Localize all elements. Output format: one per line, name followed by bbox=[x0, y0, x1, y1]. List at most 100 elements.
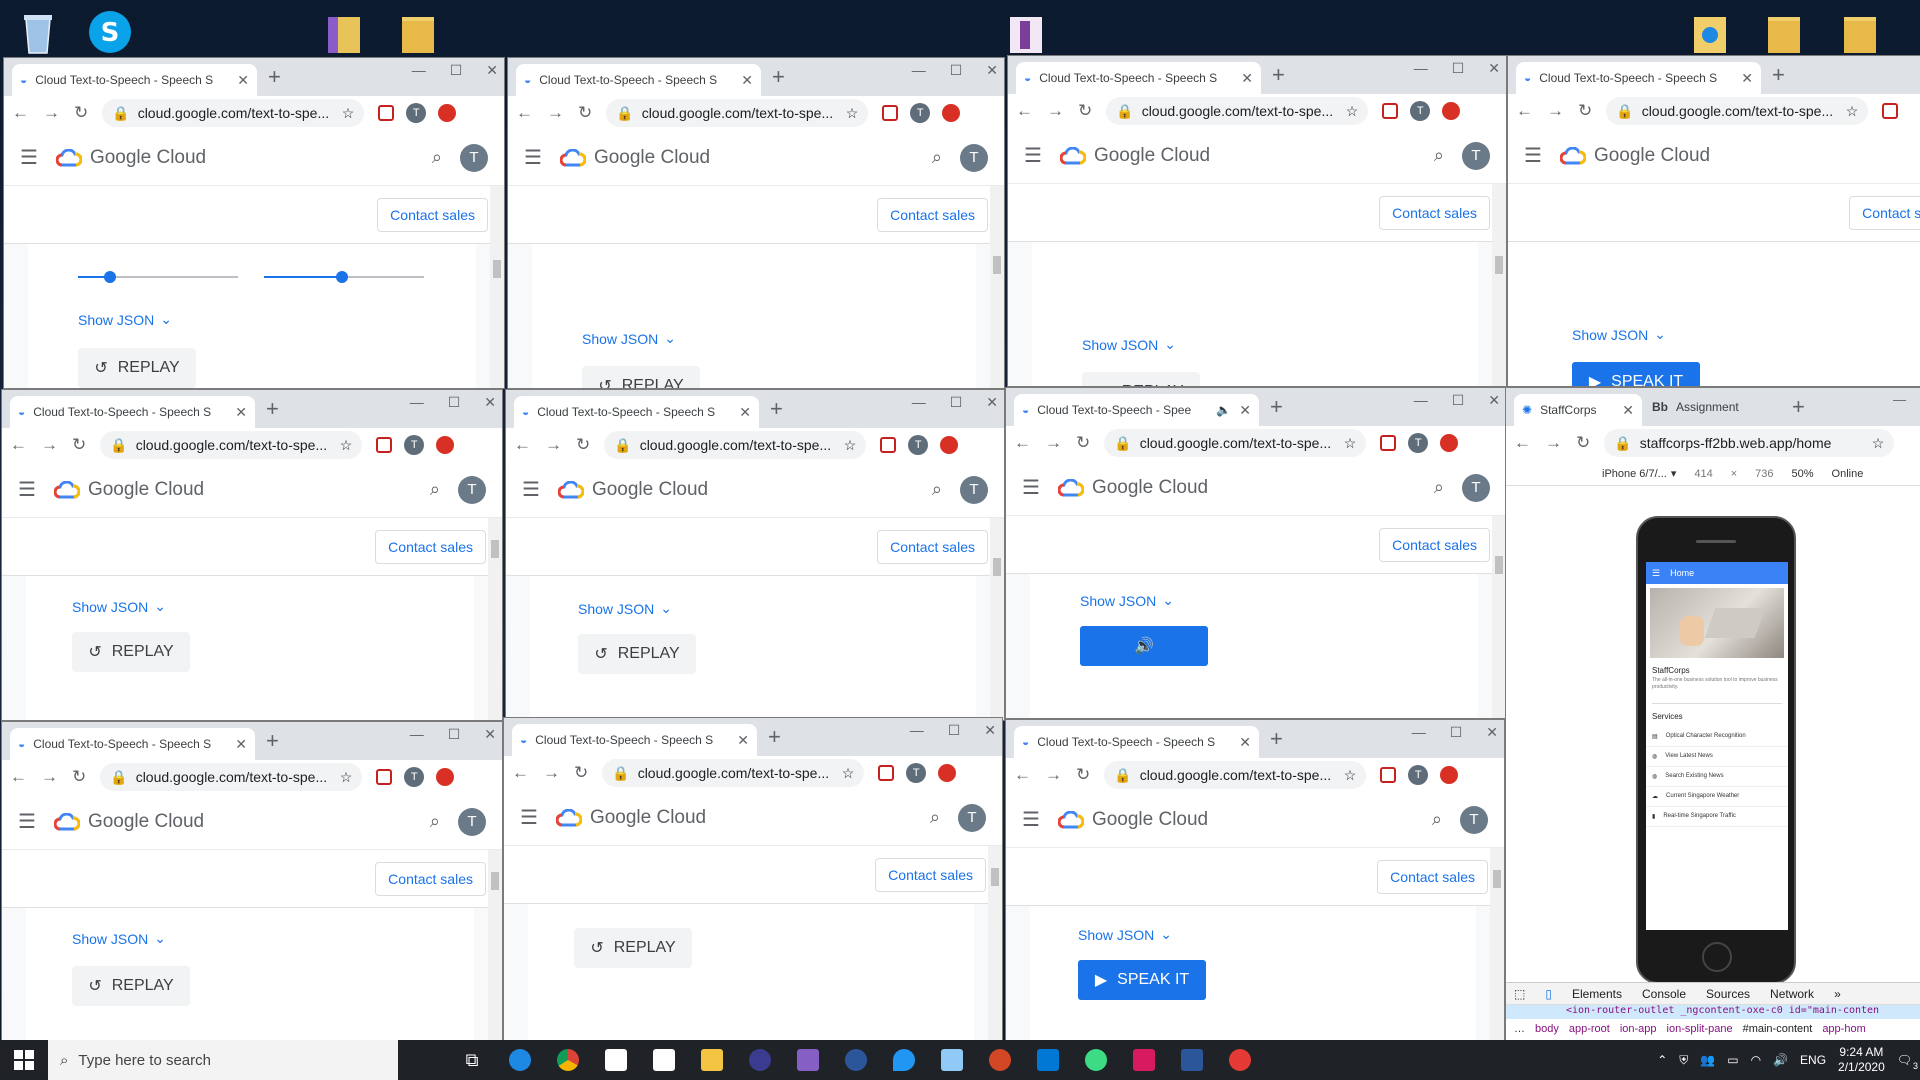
account-avatar[interactable]: T bbox=[458, 475, 486, 504]
taskbar-search[interactable]: ⌕ Type here to search bbox=[48, 1040, 398, 1080]
show-json-link[interactable]: Show JSON ⌄ bbox=[1080, 592, 1174, 609]
bookmark-star-icon[interactable]: ☆ bbox=[846, 105, 859, 122]
extension-red-icon[interactable] bbox=[436, 768, 455, 786]
profile-avatar[interactable]: T bbox=[908, 435, 929, 455]
show-json-link[interactable]: Show JSON ⌄ bbox=[1078, 926, 1172, 943]
browser-tab[interactable]: ◒ Cloud Text-to-Speech - Speech S ✕ bbox=[514, 396, 759, 428]
search-icon[interactable]: ⌕ bbox=[430, 479, 440, 500]
search-icon[interactable]: ⌕ bbox=[430, 811, 440, 832]
brand-logo[interactable]: Google Cloud bbox=[55, 147, 414, 169]
close-tab-icon[interactable]: ✕ bbox=[237, 72, 249, 89]
breadcrumb-item[interactable]: #main-content bbox=[1743, 1023, 1813, 1035]
speak-it-button[interactable]: ▶ SPEAK IT bbox=[1572, 362, 1700, 386]
extension-shield-icon[interactable] bbox=[1382, 103, 1399, 119]
address-bar[interactable]: 🔒 cloud.google.com/text-to-spe... ☆ bbox=[1606, 97, 1869, 125]
browser-badge-icon[interactable] bbox=[1120, 1040, 1168, 1080]
devtools-tab-network[interactable]: Network bbox=[1770, 987, 1814, 1001]
minimize-icon[interactable]: — bbox=[912, 394, 926, 411]
browser-window[interactable]: ◒ Cloud Text-to-Speech - Speech S ✕ + — ☐ ✕ … bbox=[508, 58, 1004, 388]
minimize-icon[interactable]: — bbox=[410, 394, 424, 411]
audio-playing-icon[interactable]: 🔈 bbox=[1216, 403, 1231, 417]
minimize-icon[interactable]: — bbox=[1412, 724, 1426, 741]
edge-icon[interactable] bbox=[496, 1040, 544, 1080]
account-avatar[interactable]: T bbox=[1462, 473, 1490, 502]
reload-icon[interactable]: ↻ bbox=[578, 103, 592, 123]
close-window-icon[interactable]: ✕ bbox=[484, 394, 496, 411]
hamburger-menu-icon[interactable]: ☰ bbox=[1524, 143, 1542, 168]
device-toggle-icon[interactable]: ▯ bbox=[1545, 987, 1552, 1001]
hamburger-menu-icon[interactable]: ☰ bbox=[1022, 475, 1040, 500]
playing-audio-button[interactable]: 🔊 bbox=[1080, 626, 1208, 666]
profile-avatar[interactable]: T bbox=[1408, 433, 1429, 453]
device-width[interactable]: 414 bbox=[1694, 468, 1712, 480]
account-avatar[interactable]: T bbox=[960, 143, 988, 172]
breadcrumb-item[interactable]: app-root bbox=[1569, 1023, 1610, 1035]
visual-studio-icon[interactable] bbox=[784, 1040, 832, 1080]
show-json-link[interactable]: Show JSON ⌄ bbox=[72, 598, 166, 615]
contact-sales-button[interactable]: Contact sales bbox=[877, 529, 988, 564]
address-bar[interactable]: 🔒 cloud.google.com/text-to-spe... ☆ bbox=[100, 763, 363, 791]
new-tab-icon[interactable]: + bbox=[768, 726, 781, 748]
start-button[interactable] bbox=[0, 1040, 48, 1080]
devtools-tab-console[interactable]: Console bbox=[1642, 987, 1686, 1001]
back-icon[interactable]: ← bbox=[1014, 765, 1031, 785]
skype-icon[interactable]: S bbox=[84, 6, 136, 58]
back-icon[interactable]: ← bbox=[10, 435, 27, 455]
battery-icon[interactable]: ▭ bbox=[1727, 1053, 1738, 1067]
android-studio-icon[interactable] bbox=[1072, 1040, 1120, 1080]
forward-icon[interactable]: → bbox=[1045, 765, 1062, 785]
browser-tab[interactable]: ◒ Cloud Text-to-Speech - Speech S ✕ bbox=[1516, 62, 1761, 94]
show-json-link[interactable]: Show JSON ⌄ bbox=[582, 330, 676, 347]
search-icon[interactable]: ⌕ bbox=[1432, 809, 1442, 830]
clock[interactable]: 9:24 AM 2/1/2020 bbox=[1838, 1045, 1885, 1075]
hamburger-menu-icon[interactable]: ☰ bbox=[1022, 807, 1040, 832]
address-bar[interactable]: 🔒 cloud.google.com/text-to-spe... ☆ bbox=[1104, 429, 1367, 457]
close-tab-icon[interactable]: ✕ bbox=[1741, 70, 1753, 87]
maximize-icon[interactable]: ☐ bbox=[448, 726, 461, 743]
speak-it-button[interactable]: ▶ SPEAK IT bbox=[1078, 960, 1206, 1000]
speed-slider[interactable] bbox=[78, 271, 238, 283]
forward-icon[interactable]: → bbox=[547, 103, 564, 123]
new-tab-icon[interactable]: + bbox=[1792, 396, 1805, 418]
chrome-icon[interactable] bbox=[544, 1040, 592, 1080]
people-icon[interactable]: 👥 bbox=[1700, 1053, 1715, 1067]
scrollbar[interactable] bbox=[1492, 516, 1506, 718]
service-item[interactable]: ▮ Real-time Singapore Traffic bbox=[1646, 807, 1788, 827]
maximize-icon[interactable]: ☐ bbox=[1450, 724, 1463, 741]
wifi-icon[interactable]: ◠ bbox=[1751, 1053, 1761, 1067]
contact-sales-button[interactable]: Contact sales bbox=[375, 861, 486, 896]
contact-sales-button[interactable]: Contact sales bbox=[875, 857, 986, 892]
hamburger-menu-icon[interactable]: ☰ bbox=[524, 145, 542, 170]
account-avatar[interactable]: T bbox=[960, 475, 988, 504]
close-window-icon[interactable]: ✕ bbox=[986, 62, 998, 79]
show-json-link[interactable]: Show JSON ⌄ bbox=[578, 600, 672, 617]
browser-window[interactable]: ◒ Cloud Text-to-Speech - Speech S ✕ + ← → ↻ … bbox=[1508, 56, 1920, 386]
profile-avatar[interactable]: T bbox=[1410, 101, 1431, 121]
back-icon[interactable]: ← bbox=[1016, 101, 1033, 121]
address-bar[interactable]: 🔒 cloud.google.com/text-to-spe... ☆ bbox=[100, 431, 363, 459]
minimize-icon[interactable]: — bbox=[410, 726, 424, 743]
forward-icon[interactable]: → bbox=[543, 763, 560, 783]
reload-icon[interactable]: ↻ bbox=[1576, 433, 1590, 453]
word-online-icon[interactable] bbox=[832, 1040, 880, 1080]
close-window-icon[interactable]: ✕ bbox=[1488, 392, 1500, 409]
minimize-icon[interactable]: — bbox=[910, 722, 924, 739]
reload-icon[interactable]: ↻ bbox=[1076, 765, 1090, 785]
forward-icon[interactable]: → bbox=[545, 435, 562, 455]
reload-icon[interactable]: ↻ bbox=[1078, 101, 1092, 121]
profile-avatar[interactable]: T bbox=[404, 767, 425, 787]
profile-avatar[interactable]: T bbox=[406, 103, 427, 123]
replay-button[interactable]: ↺REPLAY bbox=[574, 928, 692, 968]
device-select[interactable]: iPhone 6/7/... bbox=[1602, 468, 1667, 480]
back-icon[interactable]: ← bbox=[1514, 433, 1531, 453]
bookmark-star-icon[interactable]: ☆ bbox=[842, 765, 855, 782]
maximize-icon[interactable]: ☐ bbox=[948, 722, 961, 739]
new-tab-icon[interactable]: + bbox=[1270, 396, 1283, 418]
close-window-icon[interactable]: ✕ bbox=[486, 62, 498, 79]
account-avatar[interactable]: T bbox=[458, 807, 486, 836]
new-tab-icon[interactable]: + bbox=[1772, 64, 1785, 86]
hamburger-menu-icon[interactable]: ☰ bbox=[520, 805, 538, 830]
browser-tab[interactable]: ◒ Cloud Text-to-Speech - Speech S ✕ bbox=[10, 728, 255, 760]
show-json-link[interactable]: Show JSON ⌄ bbox=[72, 930, 166, 947]
brand-logo[interactable]: Google Cloud bbox=[53, 811, 412, 833]
